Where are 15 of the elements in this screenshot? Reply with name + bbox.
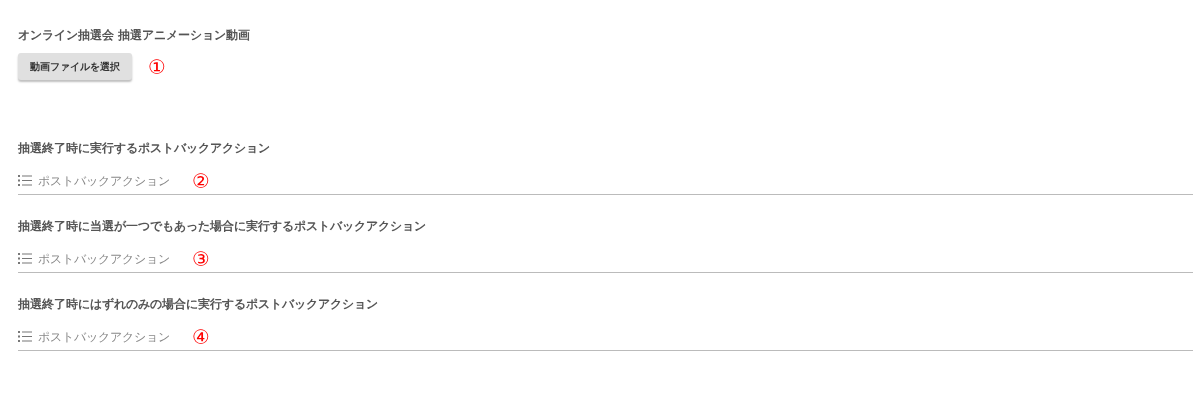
field-label: 抽選終了時に実行するポストバックアクション bbox=[18, 141, 271, 156]
annotation-marker: ② bbox=[192, 169, 210, 192]
section-title: オンライン抽選会 抽選アニメーション動画 bbox=[18, 27, 252, 43]
annotation-marker: ④ bbox=[192, 325, 210, 348]
file-select-button[interactable]: 動画ファイルを選択 bbox=[18, 53, 132, 80]
annotation-marker: ① bbox=[148, 55, 166, 78]
action-input-field[interactable]: ポストバックアクション bbox=[38, 249, 186, 268]
field-label: 抽選終了時に当選が一つでもあった場合に実行するポストバックアクション bbox=[18, 219, 427, 234]
action-input-field[interactable]: ポストバックアクション bbox=[38, 171, 186, 190]
field-label: 抽選終了時にはずれのみの場合に実行するポストバックアクション bbox=[18, 297, 379, 312]
annotation-marker: ③ bbox=[192, 247, 210, 270]
list-icon bbox=[18, 253, 32, 264]
action-input-field[interactable]: ポストバックアクション bbox=[38, 327, 186, 346]
list-icon bbox=[18, 175, 32, 186]
list-icon bbox=[18, 331, 32, 342]
